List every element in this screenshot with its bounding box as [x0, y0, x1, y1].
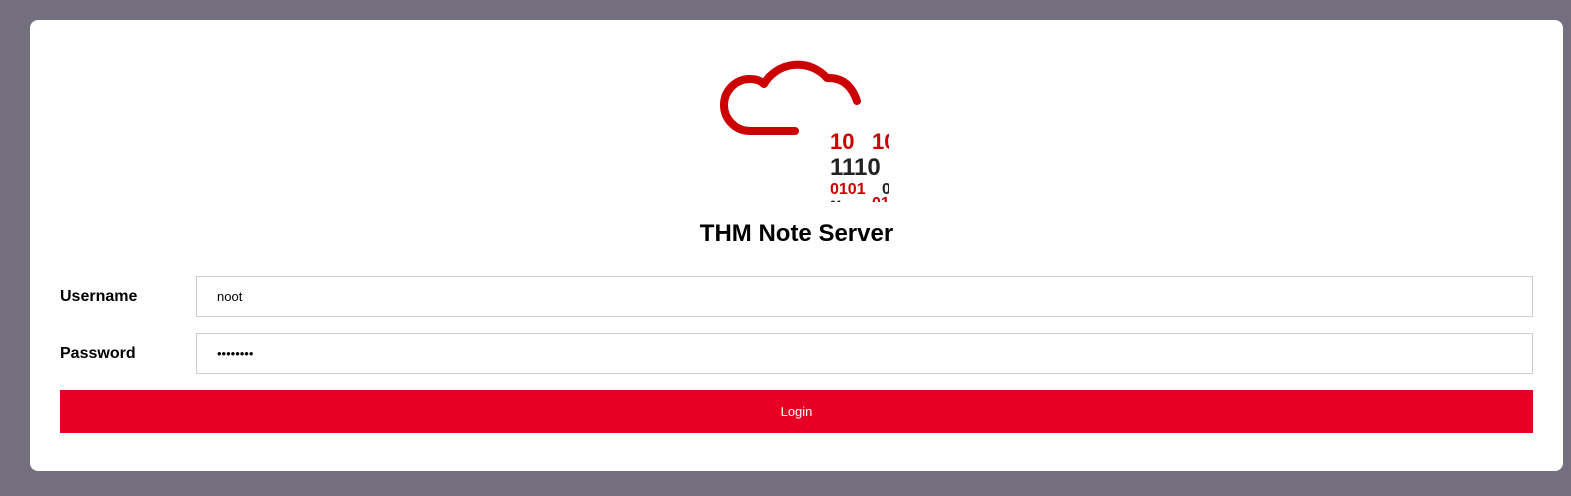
- page-title: THM Note Server: [699, 220, 894, 247]
- username-input[interactable]: [196, 276, 1533, 317]
- password-input[interactable]: [196, 333, 1533, 374]
- password-row: Password: [60, 333, 1533, 374]
- username-row: Username: [60, 276, 1533, 317]
- cloud-outline: [720, 60, 861, 135]
- logo-digits-2: 10: [872, 129, 889, 154]
- password-label: Password: [60, 345, 136, 362]
- logo-digits-6: 01: [830, 199, 842, 202]
- username-label: Username: [60, 288, 138, 305]
- logo-digits-4: 0101: [830, 181, 866, 198]
- logo-digits-1: 10: [830, 129, 854, 154]
- login-card: 10 10 1110 0101 01 01 010 01 THM Note Se…: [30, 20, 1563, 471]
- logo-digits-3: 1110: [830, 154, 881, 181]
- login-button[interactable]: Login: [60, 390, 1533, 433]
- cloud-logo-icon: 10 10 1110 0101 01 01 010 01: [720, 60, 889, 202]
- logo-digits-7: 010: [872, 195, 889, 202]
